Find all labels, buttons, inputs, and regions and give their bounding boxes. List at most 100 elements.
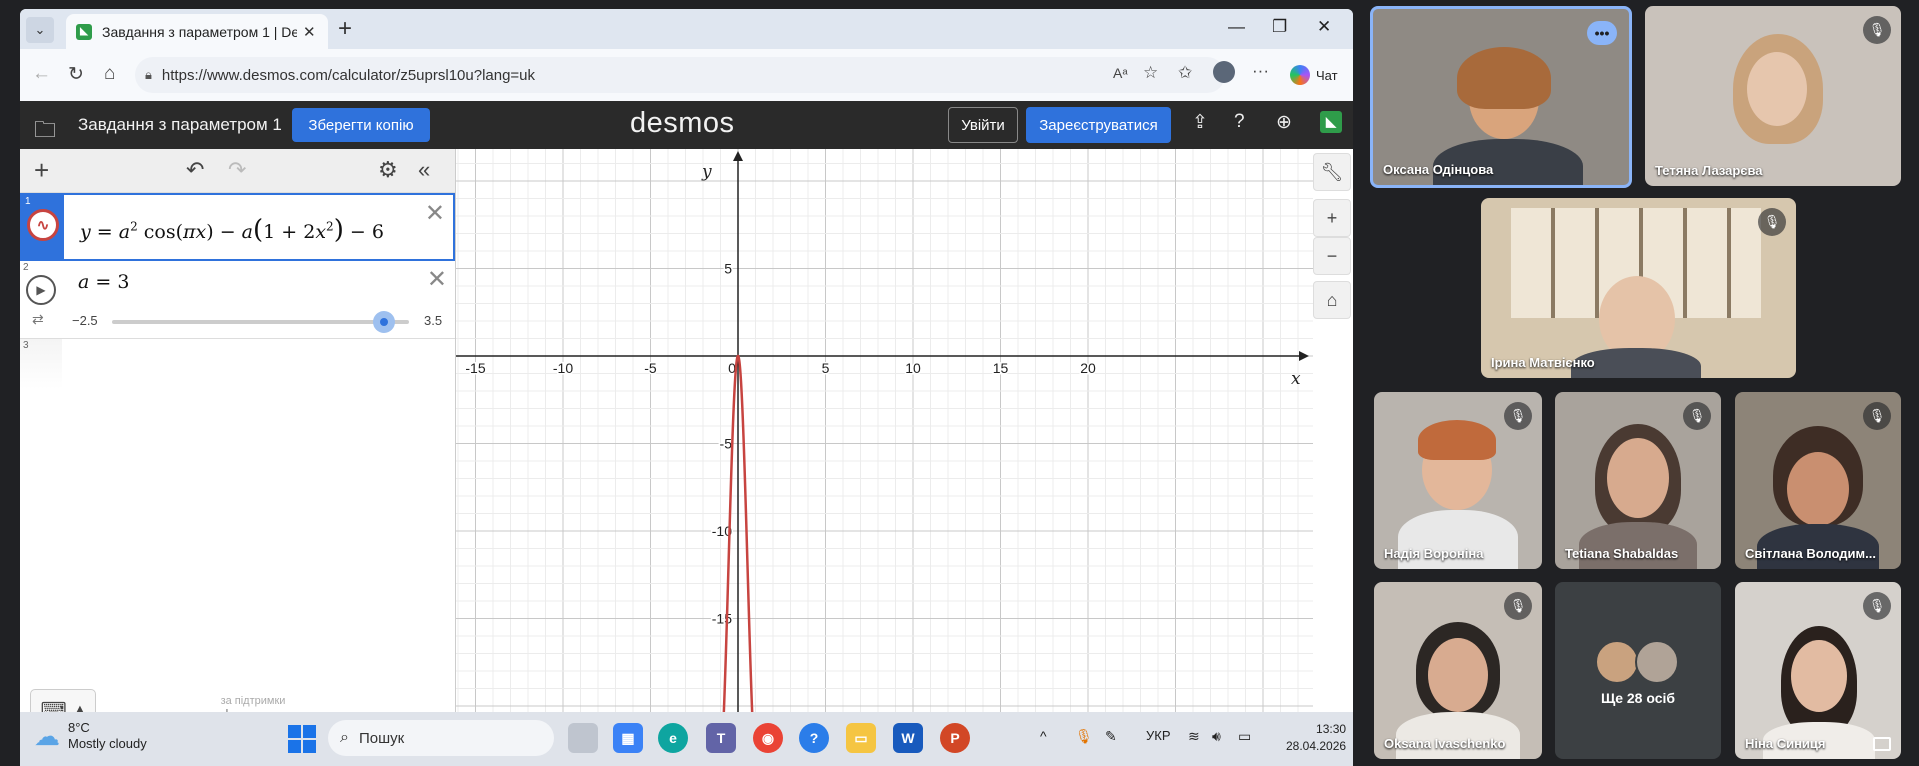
help-icon[interactable]: ? <box>1234 111 1245 133</box>
weather-widget[interactable]: ☁ 8°C Mostly cloudy <box>34 720 147 752</box>
participant-tile[interactable]: ••• Оксана Одінцова <box>1370 6 1632 188</box>
pen-icon[interactable]: ✎ <box>1105 728 1117 745</box>
copilot-label: Чат <box>1316 67 1338 83</box>
default-viewport-home-icon[interactable]: ⌂ <box>1313 281 1351 319</box>
address-bar[interactable]: 🔒︎ https://www.desmos.com/calculator/z5u… <box>135 57 1225 93</box>
lock-icon[interactable]: 🔒︎ <box>145 67 152 83</box>
picture-in-picture-icon[interactable] <box>1873 737 1891 751</box>
add-item-icon[interactable]: + <box>34 155 49 186</box>
participant-name: Оксана Одінцова <box>1383 162 1494 177</box>
more-menu-icon[interactable]: ··· <box>1252 61 1269 81</box>
x-axis-arrow <box>1299 351 1309 361</box>
participant-tile[interactable]: 🎙︎ Ірина Матвієнко <box>1481 198 1796 378</box>
participant-tile[interactable]: 🎙︎ Tetiana Shabaldas <box>1555 392 1721 569</box>
restore-icon[interactable]: ❐ <box>1272 17 1287 37</box>
slider-handle[interactable] <box>373 311 396 333</box>
volume-icon[interactable]: 🔊︎ <box>1212 728 1221 745</box>
expression-2-math[interactable]: a = 3 <box>78 271 129 293</box>
participant-tile[interactable]: 🎙︎ Oksana Ivaschenko <box>1374 582 1542 759</box>
login-button[interactable]: Увійти <box>948 107 1018 143</box>
close-window-icon[interactable]: ✕ <box>1317 17 1331 37</box>
expression-row-2[interactable]: 2 ▶ ⇄ a = 3 ✕ −2.5 3.5 <box>20 261 455 339</box>
store-icon[interactable]: ▦ <box>613 723 643 753</box>
redo-icon[interactable]: ↷ <box>228 157 246 183</box>
x-tick-label: 10 <box>905 360 921 376</box>
participant-tile[interactable]: 🎙︎ Ніна Синиця <box>1735 582 1901 759</box>
desmos-brand-icon[interactable]: ◣ <box>1320 111 1342 133</box>
new-tab-icon[interactable]: + <box>338 15 352 43</box>
word-icon[interactable]: W <box>893 723 923 753</box>
expression-gutter: 1 ∿ <box>22 195 64 259</box>
save-copy-button[interactable]: Зберегти копію <box>292 108 430 142</box>
play-slider-icon[interactable]: ▶ <box>26 275 56 305</box>
graph-canvas[interactable]: -15 -10 -5 0 5 10 15 205-5-10-15xy <box>456 149 1313 745</box>
battery-icon[interactable]: ▭ <box>1238 728 1251 745</box>
windows-taskbar: ☁ 8°C Mostly cloudy ⌕ Пошук ▦ e T ◉ ? ▭ … <box>20 712 1353 766</box>
file-explorer-icon[interactable]: ▭ <box>846 723 876 753</box>
loop-icon[interactable]: ⇄ <box>32 311 44 328</box>
clock[interactable]: 13:30 28.04.2026 <box>1286 721 1346 755</box>
collapse-panel-icon[interactable]: « <box>418 157 430 183</box>
folder-icon[interactable]: 🗀 <box>34 113 56 151</box>
home-icon[interactable]: ⌂ <box>104 63 115 85</box>
minimize-icon[interactable]: — <box>1228 17 1245 37</box>
graph-color-icon[interactable]: ∿ <box>27 209 59 241</box>
mic-off-icon: 🎙︎ <box>1863 402 1891 430</box>
tab-list-chevron-icon[interactable]: ⌄ <box>26 17 54 43</box>
more-participants-tile[interactable]: Ще 28 осіб <box>1555 582 1721 759</box>
close-tab-icon[interactable]: ✕ <box>303 23 316 41</box>
expression-row-3[interactable]: 3 <box>20 339 455 389</box>
participant-video <box>1791 640 1847 712</box>
graph-title[interactable]: Завдання з параметром 1 <box>78 115 282 135</box>
favorite-star-icon[interactable]: ☆ <box>1143 63 1158 83</box>
zoom-in-icon[interactable]: + <box>1313 199 1351 237</box>
settings-gear-icon[interactable]: ⚙ <box>378 157 398 183</box>
participant-face <box>1747 52 1807 126</box>
powerpoint-icon[interactable]: P <box>940 723 970 753</box>
undo-icon[interactable]: ↶ <box>186 157 204 183</box>
copilot-button[interactable]: Чат <box>1290 65 1338 85</box>
back-icon[interactable]: ← <box>32 63 51 85</box>
expression-1-math[interactable]: y = a2 cos(πx) − a(1 + 2x2) − 6 <box>80 215 384 245</box>
language-indicator[interactable]: УКР <box>1146 728 1171 743</box>
participant-name: Світлана Володим... <box>1745 546 1876 561</box>
mic-off-icon: 🎙︎ <box>1504 402 1532 430</box>
tray-chevron-up-icon[interactable]: ^ <box>1040 728 1047 744</box>
read-aloud-icon[interactable]: Aᵃ <box>1113 65 1128 81</box>
cloud-icon: ☁ <box>34 720 60 751</box>
profile-avatar[interactable] <box>1213 61 1235 83</box>
browser-tab[interactable]: ◣ Завдання з параметром 1 | Desmos ✕ <box>66 14 328 49</box>
mic-off-icon: 🎙︎ <box>1504 592 1532 620</box>
help-app-icon[interactable]: ? <box>799 723 829 753</box>
participant-tile[interactable]: 🎙︎ Надія Вороніна <box>1374 392 1542 569</box>
expression-row-1[interactable]: 1 ∿ y = a2 cos(πx) − a(1 + 2x2) − 6 ✕ <box>20 193 455 261</box>
graph-settings-wrench-icon[interactable]: 🔧︎ <box>1313 153 1351 191</box>
participant-video <box>1428 638 1488 712</box>
delete-expression-icon[interactable]: ✕ <box>425 199 445 228</box>
participant-tile[interactable]: 🎙︎ Світлана Володим... <box>1735 392 1901 569</box>
start-windows-icon[interactable] <box>288 725 316 753</box>
wifi-icon[interactable]: ≋ <box>1188 728 1200 745</box>
microphone-icon[interactable]: 🎙︎ <box>1075 728 1093 745</box>
chrome-icon[interactable]: ◉ <box>753 723 783 753</box>
teams-icon[interactable]: T <box>706 723 736 753</box>
more-options-icon[interactable]: ••• <box>1587 21 1617 45</box>
participant-tile[interactable]: 🎙︎ Тетяна Лазарєва <box>1645 6 1901 186</box>
favorites-icon[interactable]: ✩ <box>1178 63 1192 83</box>
slider-min[interactable]: −2.5 <box>72 313 98 328</box>
slider-track[interactable] <box>112 311 409 333</box>
task-view-icon[interactable] <box>568 723 598 753</box>
share-icon[interactable]: ⇪ <box>1192 111 1208 134</box>
signup-button[interactable]: Зареєструватися <box>1026 107 1171 143</box>
more-participants-label: Ще 28 осіб <box>1600 690 1676 706</box>
taskbar-search[interactable]: ⌕ Пошук <box>328 720 554 756</box>
participant-avatar <box>1595 640 1639 684</box>
refresh-icon[interactable]: ↻ <box>68 63 84 86</box>
slider-max[interactable]: 3.5 <box>424 313 442 328</box>
zoom-out-icon[interactable]: − <box>1313 237 1351 275</box>
participant-video <box>1607 438 1669 518</box>
edge-browser-icon[interactable]: e <box>658 723 688 753</box>
delete-expression-icon[interactable]: ✕ <box>427 265 447 294</box>
language-globe-icon[interactable]: ⊕ <box>1276 111 1292 134</box>
graph-paper[interactable]: -15 -10 -5 0 5 10 15 20 5 -5 -10 -15 x y 🔧︎ + − ⌂ <box>456 149 1353 745</box>
